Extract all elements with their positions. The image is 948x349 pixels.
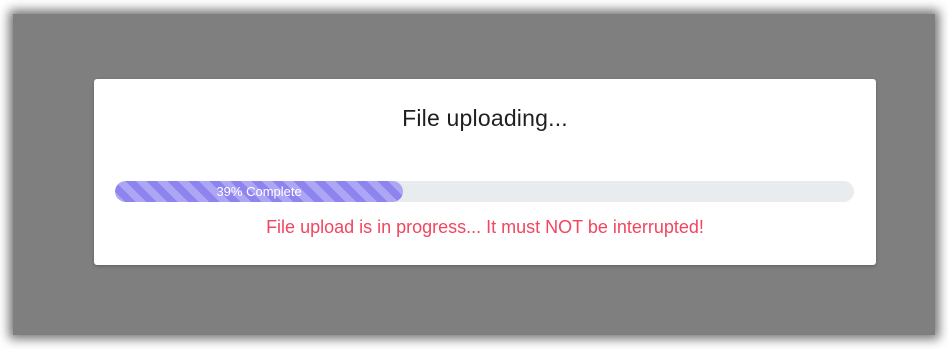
progress-bar-track: 39% Complete bbox=[115, 181, 854, 202]
upload-progress-dialog: File uploading... 39% Complete File uplo… bbox=[94, 79, 876, 265]
progress-label: 39% Complete bbox=[216, 184, 302, 199]
screenshot-frame: File uploading... 39% Complete File uplo… bbox=[0, 0, 948, 349]
dialog-title: File uploading... bbox=[402, 105, 568, 131]
progress-bar-fill: 39% Complete bbox=[115, 181, 404, 202]
upload-warning-message: File upload is in progress... It must NO… bbox=[266, 217, 704, 237]
